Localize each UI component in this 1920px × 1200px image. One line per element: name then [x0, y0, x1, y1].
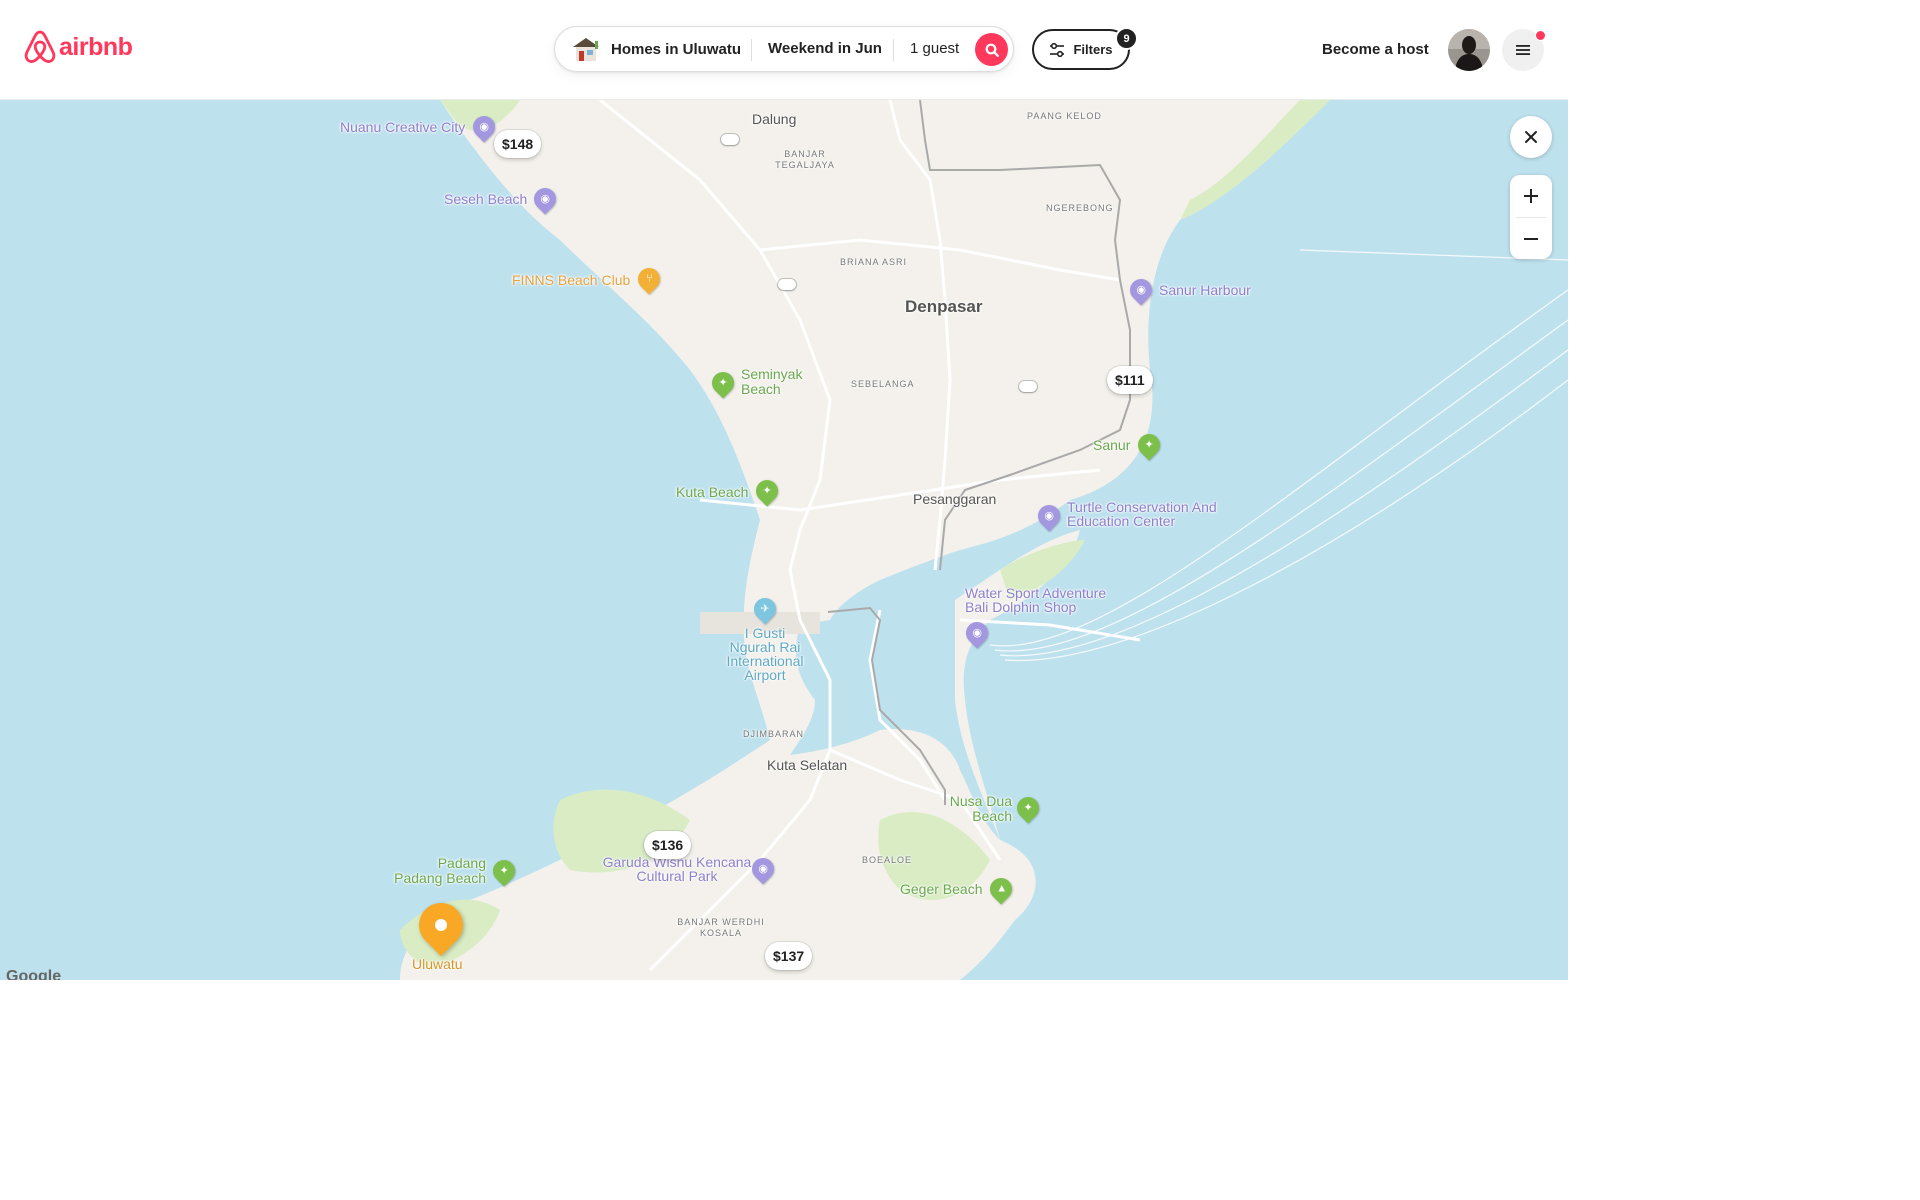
map-base	[0, 100, 1568, 980]
poi-label-turtle[interactable]: Turtle Conservation And Education Center	[1067, 500, 1217, 528]
poi-label-finns[interactable]: FINNS Beach Club	[512, 272, 630, 288]
place-label-banjar-tegaljaya: BANJAR TEGALJAYA	[775, 149, 835, 170]
poi-label-sanur-harbour[interactable]: Sanur Harbour	[1159, 282, 1251, 298]
listing-dot-marker[interactable]	[1019, 381, 1037, 392]
place-label-boealoe: BOEALOE	[862, 855, 913, 865]
listing-dot-marker[interactable]	[778, 279, 796, 290]
search-bar[interactable]: Homes in Uluwatu Weekend in Jun 1 guest	[554, 26, 1014, 72]
poi-label-nuanu[interactable]: Nuanu Creative City	[340, 119, 465, 135]
place-label-pesanggaran: Pesanggaran	[913, 491, 997, 507]
zoom-out-button[interactable]	[1510, 218, 1552, 259]
place-label-ngerebong: NGEREBONG	[1046, 203, 1114, 213]
hamburger-menu-icon	[1516, 45, 1530, 55]
airbnb-logo-icon	[24, 30, 56, 63]
zoom-in-button[interactable]	[1510, 175, 1552, 217]
location-text: Homes in Uluwatu	[611, 40, 742, 58]
search-button[interactable]	[975, 33, 1008, 66]
place-label-djimbaran: DJIMBARAN	[743, 729, 805, 739]
price-marker[interactable]: $137	[765, 942, 813, 970]
search-guests[interactable]: 1 guest	[910, 40, 959, 57]
search-icon	[985, 43, 999, 57]
user-photo	[1448, 29, 1490, 71]
sliders-icon	[1050, 42, 1065, 57]
price-marker[interactable]: $111	[1107, 366, 1153, 394]
listing-dot-marker[interactable]	[721, 134, 739, 145]
place-label-denpasar: Denpasar	[905, 297, 983, 316]
close-icon	[1525, 131, 1537, 143]
poi-label-nusa-dua[interactable]: Nusa Dua Beach	[942, 794, 1012, 824]
poi-label-water-sport[interactable]: Water Sport Adventure Bali Dolphin Shop	[965, 586, 1125, 614]
poi-label-sanur[interactable]: Sanur	[1093, 437, 1130, 453]
price-marker[interactable]: $148	[494, 130, 542, 158]
house-icon	[573, 38, 599, 61]
divider	[893, 39, 894, 61]
zoom-controls	[1510, 175, 1552, 259]
poi-label-geger[interactable]: Geger Beach	[900, 881, 983, 897]
minus-icon	[1524, 237, 1538, 240]
top-navbar: airbnb Homes in Uluwatu Weekend in Jun 1…	[0, 0, 1568, 100]
divider	[751, 39, 752, 61]
poi-label-seseh[interactable]: Seseh Beach	[444, 191, 527, 207]
notification-dot	[1535, 30, 1546, 41]
place-label-uluwatu: Uluwatu	[412, 956, 463, 972]
poi-label-padang[interactable]: Padang Padang Beach	[390, 856, 486, 886]
plus-icon	[1524, 189, 1538, 203]
place-label-briana-asri: BRIANA ASRI	[840, 257, 908, 267]
airbnb-logo[interactable]: airbnb	[24, 30, 133, 64]
logo-wordmark: airbnb	[59, 32, 133, 61]
price-marker[interactable]: $136	[644, 831, 692, 859]
filters-count-badge: 9	[1115, 27, 1138, 50]
poi-label-garuda[interactable]: Garuda Wisnu Kencana Cultural Park	[602, 855, 752, 883]
place-label-kuta-selatan: Kuta Selatan	[767, 757, 848, 773]
place-label-dalung: Dalung	[752, 111, 797, 127]
filters-label: Filters	[1073, 42, 1113, 57]
poi-label-airport[interactable]: I Gusti Ngurah Rai International Airport	[720, 626, 810, 682]
poi-label-seminyak[interactable]: Seminyak Beach	[741, 367, 813, 397]
become-host-link[interactable]: Become a host	[1322, 41, 1429, 58]
close-map-button[interactable]	[1510, 116, 1552, 158]
place-label-banjar-werdhi-kosala: BANJAR WERDHI KOSALA	[677, 917, 765, 938]
search-dates[interactable]: Weekend in Jun	[768, 40, 882, 57]
map[interactable]: Dalung BANJAR TEGALJAYA PAANG KELOD NGER…	[0, 100, 1568, 980]
search-location[interactable]: Homes in Uluwatu	[571, 35, 741, 63]
place-label-sebelanga: SEBELANGA	[851, 379, 915, 389]
google-attribution: Google	[6, 968, 62, 980]
place-label-paang-kelod: PAANG KELOD	[1027, 111, 1102, 121]
avatar[interactable]	[1448, 29, 1490, 71]
poi-label-kuta-beach[interactable]: Kuta Beach	[676, 484, 748, 500]
